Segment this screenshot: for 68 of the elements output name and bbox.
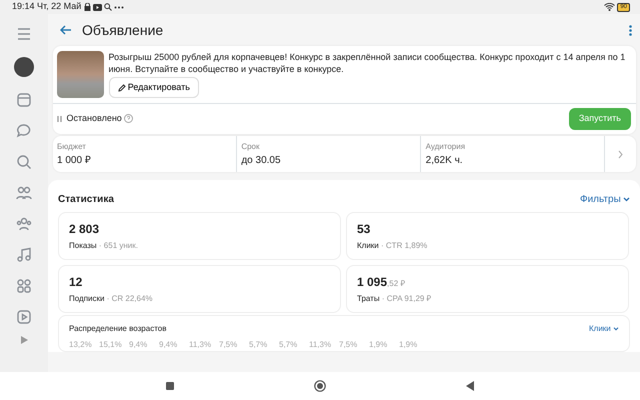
chevron-icon — [623, 197, 630, 202]
edit-button[interactable]: Редактировать — [108, 76, 199, 98]
stat-value-fraction: ,52 ₽ — [387, 278, 406, 290]
ad-text: Розыгрыш 25000 рублей для корпачевцев! Конкурс в закреплённой записи сообщества. Конкурс проходит с 14 апреля по 1 июня. Вступайте в сообщество и участвуйте в конкурсе. — [108, 50, 626, 74]
recents-button-icon[interactable] — [166, 382, 174, 390]
stat-label: Траты — [357, 292, 380, 304]
age-percentage: 1,9% — [399, 338, 418, 351]
music-icon[interactable] — [16, 247, 32, 263]
age-percentage: 11,3% — [189, 338, 212, 351]
age-percentage: 11,3% — [309, 338, 332, 351]
chat-icon[interactable] — [16, 123, 32, 139]
photo-placeholder — [57, 50, 104, 98]
status-label: Остановлено — [66, 112, 122, 125]
video-icon — [92, 4, 102, 10]
more-icon — [114, 6, 124, 8]
chevron-icon — [613, 326, 619, 331]
wifi-icon — [604, 3, 616, 11]
summary-label: Аудитория — [426, 140, 466, 152]
chevron-right-icon[interactable] — [618, 150, 623, 158]
stat-detail: · CTR 1,89% — [381, 240, 428, 252]
play-icon[interactable] — [20, 336, 28, 344]
summary-value: до 30.05 — [241, 154, 282, 168]
pencil-icon — [118, 84, 126, 92]
age-percentage: 7,5% — [219, 338, 238, 351]
community-icon[interactable] — [16, 216, 32, 232]
window-icon[interactable] — [16, 92, 32, 108]
home-button-icon[interactable] — [314, 380, 326, 392]
chart-title: Распределение возрастов — [69, 322, 166, 335]
lock-icon — [84, 3, 91, 11]
stat-value: 2 803 — [69, 220, 100, 238]
stat-label: Показы — [69, 240, 97, 252]
stat-label: Клики — [357, 240, 379, 252]
summary-label: Бюджет — [57, 140, 87, 152]
status-time: 19:14 Чт, 22 Май — [12, 0, 82, 14]
stat-value: 53 — [357, 220, 370, 238]
age-percentage: 5,7% — [279, 338, 298, 351]
back-arrow-icon[interactable] — [60, 25, 72, 35]
section-title: Статистика — [58, 193, 114, 207]
age-percentage: 9,4% — [129, 338, 148, 351]
menu-icon[interactable] — [16, 26, 32, 42]
metric-dropdown[interactable]: Клики — [588, 322, 619, 335]
more-menu-icon[interactable] — [629, 24, 632, 36]
age-percentage: 1,9% — [369, 338, 388, 351]
friends-icon[interactable] — [16, 185, 32, 201]
avatar[interactable] — [14, 57, 34, 77]
stat-detail: · CR 22,64% — [106, 292, 153, 304]
video-icon[interactable] — [16, 309, 32, 325]
summary-value: 1 000 ₽ — [57, 154, 92, 168]
apps-icon[interactable] — [16, 278, 32, 294]
filters-dropdown[interactable]: Фильтры — [580, 192, 630, 207]
stat-value: 1 095 — [357, 274, 388, 290]
age-percentage: 5,7% — [249, 338, 268, 351]
age-percentage: 15,1% — [99, 338, 123, 351]
age-percentage: 9,4% — [159, 338, 178, 351]
stat-label: Подписки — [69, 292, 104, 304]
stat-detail: · CPA 91,29 ₽ — [382, 292, 432, 304]
help-icon[interactable] — [124, 114, 134, 124]
page-title: Объявление — [82, 22, 164, 38]
age-percentage: 13,2% — [69, 338, 93, 351]
search-icon[interactable] — [16, 154, 32, 170]
back-button-icon[interactable] — [466, 381, 474, 391]
pause-icon — [57, 116, 62, 122]
age-percentage: 7,5% — [339, 338, 358, 351]
search-icon — [104, 3, 112, 11]
stat-value: 12 — [69, 274, 82, 290]
summary-label: Срок — [241, 140, 261, 152]
summary-value: 2,62K ч. — [426, 154, 464, 168]
stat-detail: · 651 уник. — [98, 240, 138, 252]
